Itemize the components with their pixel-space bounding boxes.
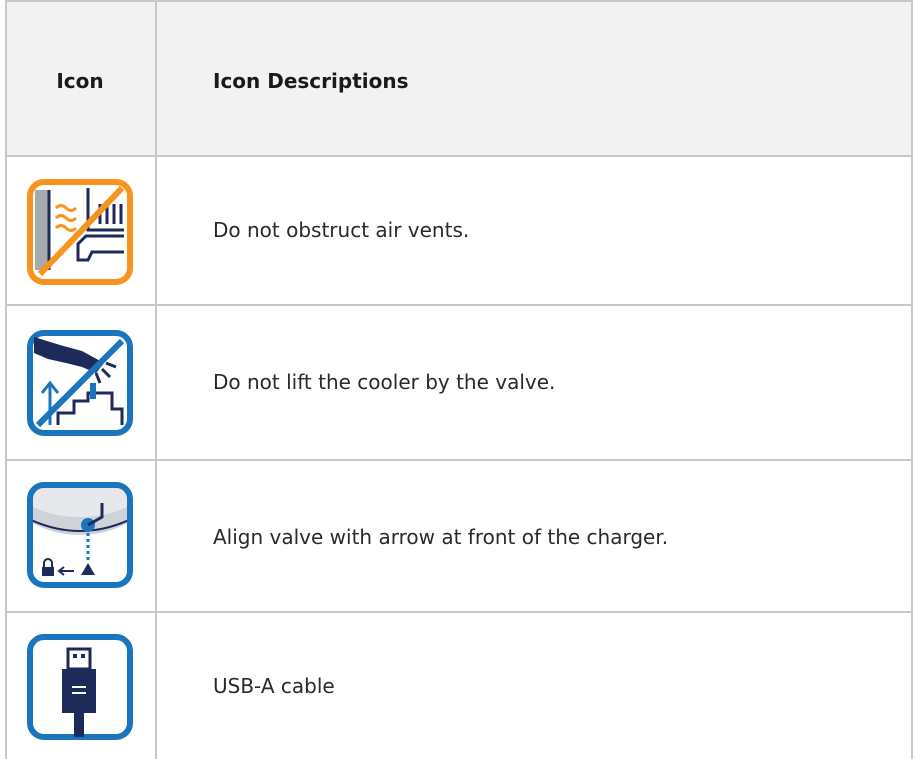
row-divider: [5, 459, 913, 461]
column-divider: [155, 0, 157, 759]
table-border-right: [911, 0, 913, 759]
row-divider: [5, 155, 913, 157]
row-description: Align valve with arrow at front of the c…: [213, 525, 669, 549]
header-icon-column: Icon: [56, 69, 104, 93]
icon-table: Icon Icon Descriptions Do not obstruct a…: [5, 0, 913, 759]
usb-a-cable-icon: [26, 633, 134, 741]
align-valve-arrow-icon: [26, 481, 134, 589]
row-divider: [5, 611, 913, 613]
table-header: Icon Icon Descriptions: [5, 0, 913, 157]
row-description: Do not lift the cooler by the valve.: [213, 370, 556, 394]
table-border-left: [5, 0, 7, 759]
do-not-obstruct-vents-icon: [26, 178, 134, 286]
table-border-top: [5, 0, 913, 2]
header-description-column: Icon Descriptions: [213, 69, 409, 93]
row-description: USB-A cable: [213, 674, 335, 698]
row-divider: [5, 304, 913, 306]
row-description: Do not obstruct air vents.: [213, 218, 470, 242]
do-not-lift-by-valve-icon: [26, 329, 134, 437]
